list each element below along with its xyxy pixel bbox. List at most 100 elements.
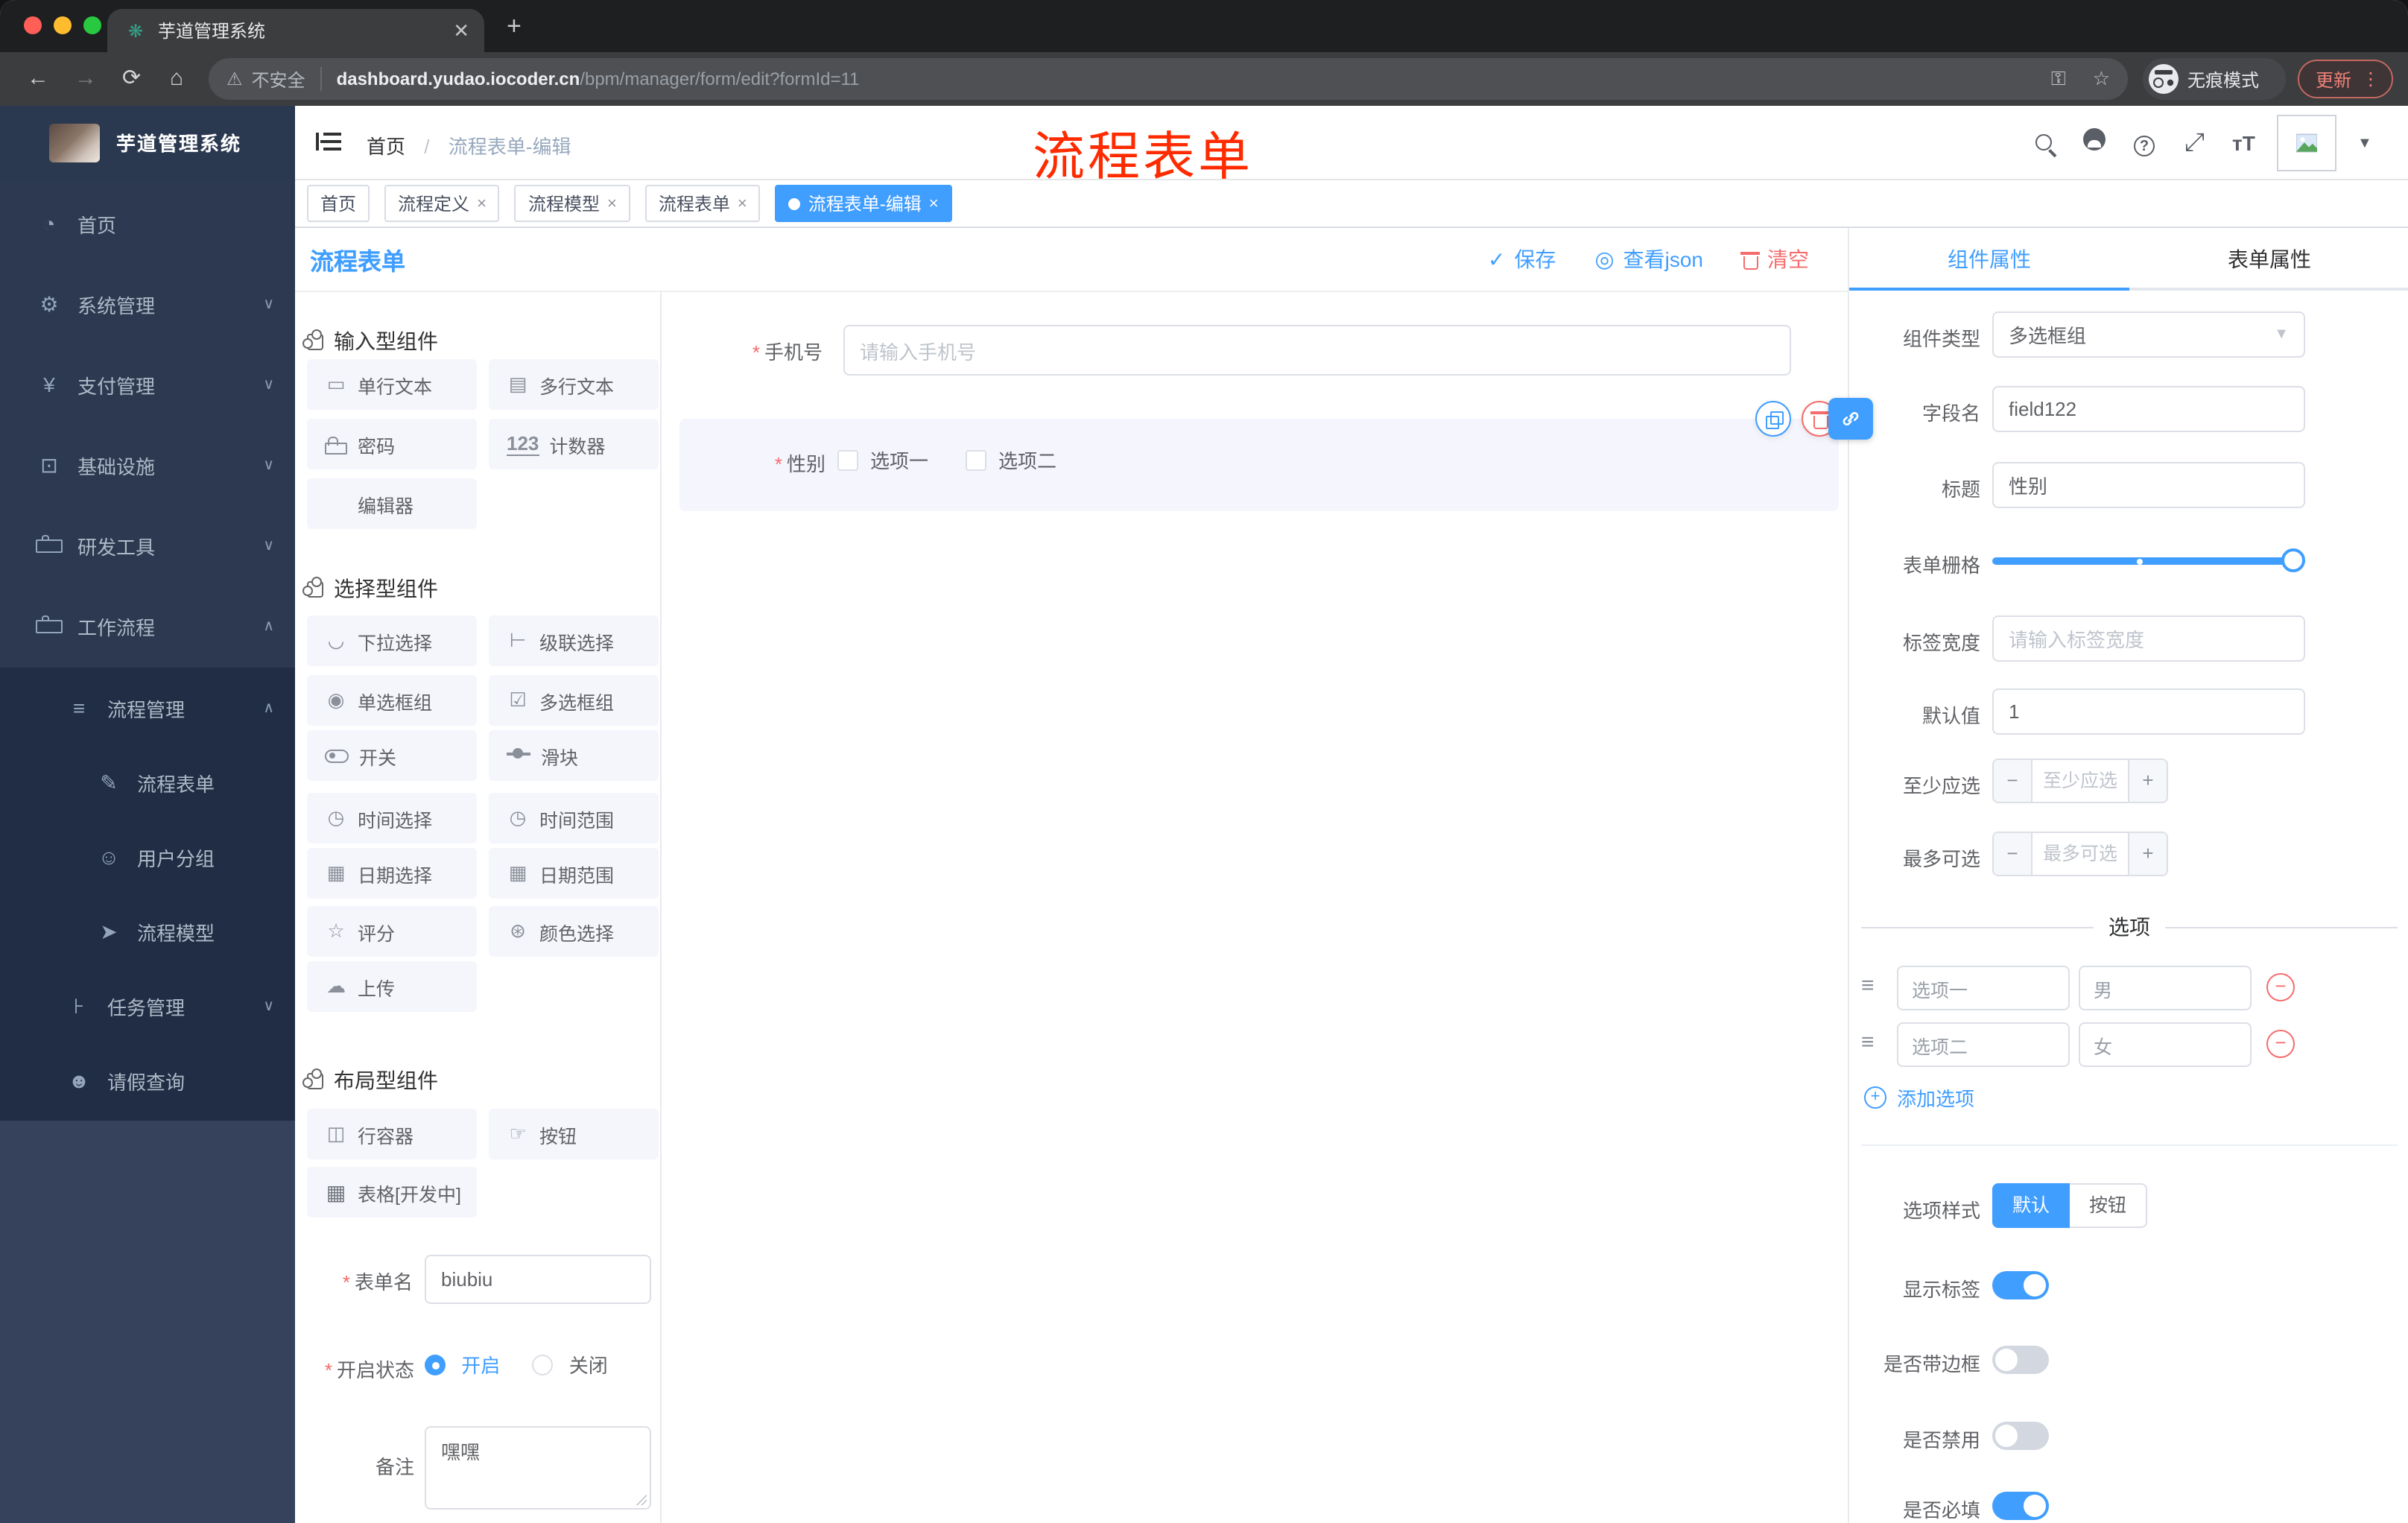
component-item-滑块[interactable]: 滑块	[489, 730, 659, 781]
slider-handle[interactable]	[2281, 548, 2305, 572]
option-label-input[interactable]: 选项二	[1897, 1022, 2070, 1067]
sidebar-item-流程模型[interactable]: ➤ 流程模型	[0, 894, 295, 969]
sidebar-item-工作流程[interactable]: 工作流程 ∧	[0, 589, 295, 663]
form-remark-textarea[interactable]: 嘿嘿	[425, 1426, 651, 1510]
status-off-label[interactable]: 关闭	[569, 1355, 608, 1377]
component-item-计数器[interactable]: 123 计数器	[489, 419, 659, 469]
browser-tab[interactable]: ❋ 芋道管理系统 ✕	[107, 9, 484, 52]
form-grid-slider[interactable]	[1992, 548, 2305, 572]
tab-form-props[interactable]: 表单属性	[2129, 228, 2408, 291]
home-icon[interactable]: ⌂	[170, 64, 183, 94]
sidebar-collapse-icon[interactable]	[316, 131, 341, 153]
sidebar-item-流程管理[interactable]: ≡ 流程管理 ∧	[0, 671, 295, 745]
tab-component-props[interactable]: 组件属性	[1849, 228, 2129, 291]
password-key-icon[interactable]: ⚿	[2051, 67, 2066, 91]
close-icon[interactable]: ×	[607, 194, 617, 212]
help-icon[interactable]: ?	[2134, 128, 2155, 158]
slider-track[interactable]	[1992, 557, 2305, 565]
update-button[interactable]: 更新 ⋮	[2298, 60, 2393, 98]
plus-icon[interactable]: +	[2128, 760, 2167, 802]
bookmark-star-icon[interactable]: ☆	[2093, 67, 2110, 91]
label-width-input[interactable]: 请输入标签宽度	[1992, 615, 2305, 662]
toggle-是否必填[interactable]	[1992, 1492, 2049, 1520]
font-size-icon[interactable]: ᴛT	[2232, 128, 2255, 158]
sidebar-item-支付管理[interactable]: ¥ 支付管理 ∨	[0, 347, 295, 422]
back-icon[interactable]: ←	[27, 64, 49, 94]
close-window-button[interactable]	[24, 16, 42, 34]
component-item-按钮[interactable]: ☞ 按钮	[489, 1109, 659, 1159]
toggle-是否带边框[interactable]	[1992, 1346, 2049, 1374]
selected-component[interactable]: * 性别 选项一 选项二	[679, 419, 1839, 511]
close-icon[interactable]: ×	[477, 194, 487, 212]
tag-流程定义[interactable]: 流程定义 ×	[384, 185, 500, 222]
minus-icon[interactable]: −	[1994, 833, 2032, 875]
component-item-颜色选择[interactable]: ⊛ 颜色选择	[489, 906, 659, 957]
form-name-input[interactable]: biubiu	[425, 1255, 651, 1304]
option-label-input[interactable]: 选项一	[1897, 966, 2070, 1010]
component-item-开关[interactable]: 开关	[307, 730, 477, 781]
new-tab-button[interactable]: +	[507, 12, 522, 42]
add-option-button[interactable]: + 添加选项	[1864, 1083, 1974, 1110]
sidebar-item-任务管理[interactable]: ⊦ 任务管理 ∨	[0, 969, 295, 1043]
close-tab-icon[interactable]: ✕	[453, 19, 469, 42]
component-item-表格[开发中][interactable]: ▦ 表格[开发中]	[307, 1167, 477, 1218]
tag-流程表单[interactable]: 流程表单 ×	[644, 185, 761, 222]
remove-option-button[interactable]: −	[2266, 1030, 2295, 1058]
sidebar-item-基础设施[interactable]: ⊡ 基础设施 ∨	[0, 428, 295, 502]
avatar[interactable]	[2277, 115, 2336, 171]
checkbox-icon[interactable]	[837, 450, 858, 471]
component-item-多选框组[interactable]: ☑ 多选框组	[489, 675, 659, 726]
phone-field-input[interactable]: 请输入手机号	[843, 325, 1791, 376]
field-name-input[interactable]: field122	[1992, 386, 2305, 432]
drag-handle-icon[interactable]: ≡	[1861, 1030, 1875, 1055]
component-item-下拉选择[interactable]: ◡ 下拉选择	[307, 615, 477, 666]
min-select-input[interactable]: 至少应选	[2032, 760, 2128, 802]
toggle-显示标签[interactable]	[1992, 1271, 2049, 1299]
option-style-button[interactable]: 按钮	[2070, 1183, 2147, 1228]
max-select-input[interactable]: 最多可选	[2032, 833, 2128, 875]
github-icon[interactable]	[2083, 128, 2106, 158]
view-json-button[interactable]: ◎ 查看json	[1594, 244, 1703, 274]
sidebar-item-流程表单[interactable]: ✎ 流程表单	[0, 745, 295, 820]
option-value-input[interactable]: 女	[2079, 1022, 2252, 1067]
component-item-上传[interactable]: ☁ 上传	[307, 961, 477, 1012]
tag-流程表单-编辑[interactable]: 流程表单-编辑 ×	[775, 185, 952, 222]
status-off-radio[interactable]	[532, 1355, 554, 1375]
component-item-日期范围[interactable]: ▦ 日期范围	[489, 848, 659, 899]
remove-option-button[interactable]: −	[2266, 973, 2295, 1001]
component-item-单选框组[interactable]: ◉ 单选框组	[307, 675, 477, 726]
toggle-是否禁用[interactable]	[1992, 1422, 2049, 1450]
security-label[interactable]: 不安全	[252, 66, 305, 92]
component-item-单行文本[interactable]: ▭ 单行文本	[307, 359, 477, 410]
tag-首页[interactable]: 首页	[307, 185, 370, 222]
component-item-评分[interactable]: ☆ 评分	[307, 906, 477, 957]
default-value-input[interactable]: 1	[1992, 688, 2305, 735]
plus-icon[interactable]: +	[2128, 833, 2167, 875]
component-item-编辑器[interactable]: 编辑器	[307, 478, 477, 529]
forward-icon[interactable]: →	[75, 64, 97, 94]
close-icon[interactable]: ×	[738, 194, 747, 212]
status-on-radio[interactable]	[425, 1355, 446, 1375]
maximize-window-button[interactable]	[83, 16, 101, 34]
sidebar-item-首页[interactable]: ◔ 首页	[0, 186, 295, 261]
tag-流程模型[interactable]: 流程模型 ×	[514, 185, 630, 222]
sidebar-item-用户分组[interactable]: ☺ 用户分组	[0, 820, 295, 894]
breadcrumb-home[interactable]: 首页	[367, 136, 405, 158]
address-bar[interactable]: ⚠ 不安全 dashboard.yudao.iocoder.cn/bpm/man…	[209, 58, 2128, 100]
component-item-行容器[interactable]: ◫ 行容器	[307, 1109, 477, 1159]
checkbox-icon[interactable]	[966, 450, 986, 471]
sidebar-item-研发工具[interactable]: 研发工具 ∨	[0, 508, 295, 583]
minimize-window-button[interactable]	[54, 16, 72, 34]
option-value-input[interactable]: 男	[2079, 966, 2252, 1010]
sidebar-logo[interactable]: 芋道管理系统	[0, 106, 295, 179]
fullscreen-icon[interactable]: ⤢	[2184, 128, 2205, 158]
sidebar-item-系统管理[interactable]: ⚙ 系统管理 ∨	[0, 267, 295, 341]
component-item-时间选择[interactable]: ◷ 时间选择	[307, 793, 477, 843]
drag-handle-icon[interactable]: ≡	[1861, 973, 1875, 998]
title-input[interactable]: 性别	[1992, 462, 2305, 508]
minus-icon[interactable]: −	[1994, 760, 2032, 802]
component-item-日期选择[interactable]: ▦ 日期选择	[307, 848, 477, 899]
sidebar-item-请假查询[interactable]: ☻ 请假查询	[0, 1043, 295, 1118]
component-item-级联选择[interactable]: ⊢ 级联选择	[489, 615, 659, 666]
component-item-密码[interactable]: 密码	[307, 419, 477, 469]
